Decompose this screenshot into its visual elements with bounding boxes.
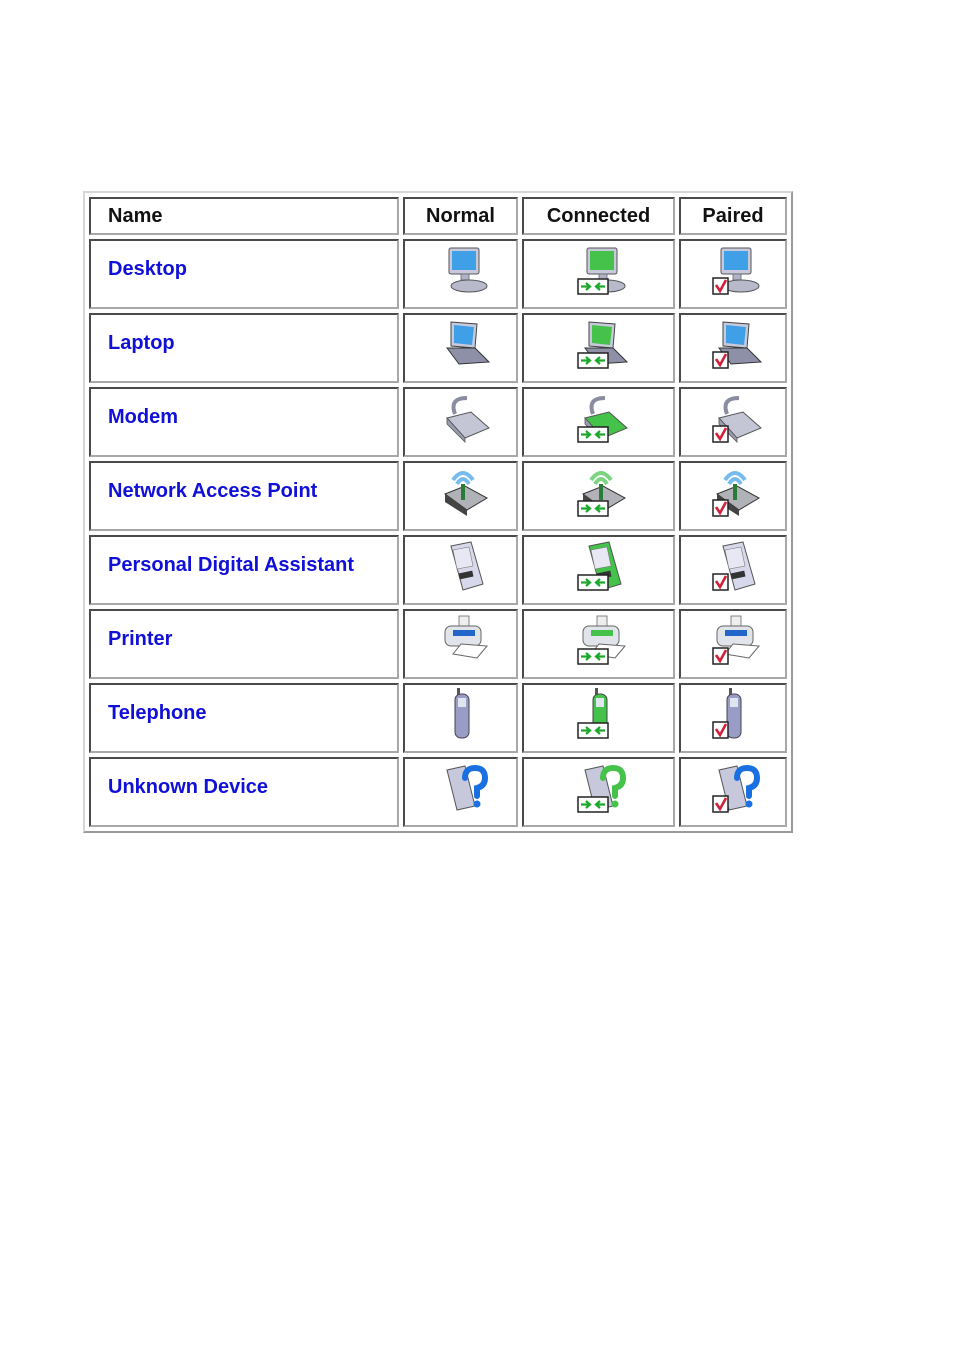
paired-cell [679,387,787,457]
connected-cell [522,387,675,457]
unknown-normal-icon [431,760,491,820]
connected-cell [522,757,675,827]
unknown-connected-icon [569,760,629,820]
printer-connected-icon [569,612,629,672]
paired-check-icon [712,351,729,369]
printer-paired-icon [703,612,763,672]
paired-cell [679,609,787,679]
connected-badge-icon [576,278,609,295]
paired-cell [679,461,787,531]
table-row: Laptop [89,313,787,383]
device-icon-table: Name Normal Connected Paired Desktop Lap… [83,191,793,833]
paired-cell [679,757,787,827]
connected-cell [522,683,675,753]
normal-cell [403,609,518,679]
access-point-normal-icon [431,464,491,524]
table-row: Printer [89,609,787,679]
paired-check-icon [712,573,729,591]
connected-cell [522,313,675,383]
normal-cell [403,757,518,827]
normal-cell [403,461,518,531]
table-row: Unknown Device [89,757,787,827]
paired-check-icon [712,425,729,443]
connected-badge-icon [576,796,609,813]
paired-cell [679,535,787,605]
header-connected: Connected [522,197,675,235]
pda-normal-icon [431,538,491,598]
laptop-connected-icon [569,316,629,376]
device-name: Printer [89,609,399,679]
normal-cell [403,535,518,605]
connected-badge-icon [576,500,609,517]
header-name: Name [89,197,399,235]
header-row: Name Normal Connected Paired [89,197,787,235]
desktop-paired-icon [703,242,763,302]
table-row: Personal Digital Assistant [89,535,787,605]
paired-check-icon [712,721,729,739]
paired-check-icon [712,499,729,517]
pda-paired-icon [703,538,763,598]
printer-normal-icon [431,612,491,672]
paired-check-icon [712,647,729,665]
connected-cell [522,609,675,679]
connected-badge-icon [576,648,609,665]
normal-cell [403,683,518,753]
normal-cell [403,239,518,309]
telephone-paired-icon [703,686,763,746]
device-name: Desktop [89,239,399,309]
desktop-connected-icon [569,242,629,302]
modem-normal-icon [431,390,491,450]
header-normal: Normal [403,197,518,235]
paired-cell [679,239,787,309]
table-row: Telephone [89,683,787,753]
table-row: Network Access Point [89,461,787,531]
unknown-paired-icon [703,760,763,820]
telephone-connected-icon [569,686,629,746]
connected-cell [522,239,675,309]
connected-badge-icon [576,352,609,369]
laptop-paired-icon [703,316,763,376]
device-name: Telephone [89,683,399,753]
table-row: Desktop [89,239,787,309]
connected-cell [522,461,675,531]
modem-paired-icon [703,390,763,450]
normal-cell [403,387,518,457]
telephone-normal-icon [431,686,491,746]
connected-cell [522,535,675,605]
paired-cell [679,683,787,753]
device-name: Laptop [89,313,399,383]
paired-cell [679,313,787,383]
device-name: Unknown Device [89,757,399,827]
normal-cell [403,313,518,383]
modem-connected-icon [569,390,629,450]
paired-check-icon [712,795,729,813]
device-name: Personal Digital Assistant [89,535,399,605]
device-name: Modem [89,387,399,457]
laptop-normal-icon [431,316,491,376]
desktop-normal-icon [431,242,491,302]
header-paired: Paired [679,197,787,235]
connected-badge-icon [576,574,609,591]
table-row: Modem [89,387,787,457]
connected-badge-icon [576,722,609,739]
paired-check-icon [712,277,729,295]
connected-badge-icon [576,426,609,443]
access-point-paired-icon [703,464,763,524]
access-point-connected-icon [569,464,629,524]
device-name: Network Access Point [89,461,399,531]
pda-connected-icon [569,538,629,598]
